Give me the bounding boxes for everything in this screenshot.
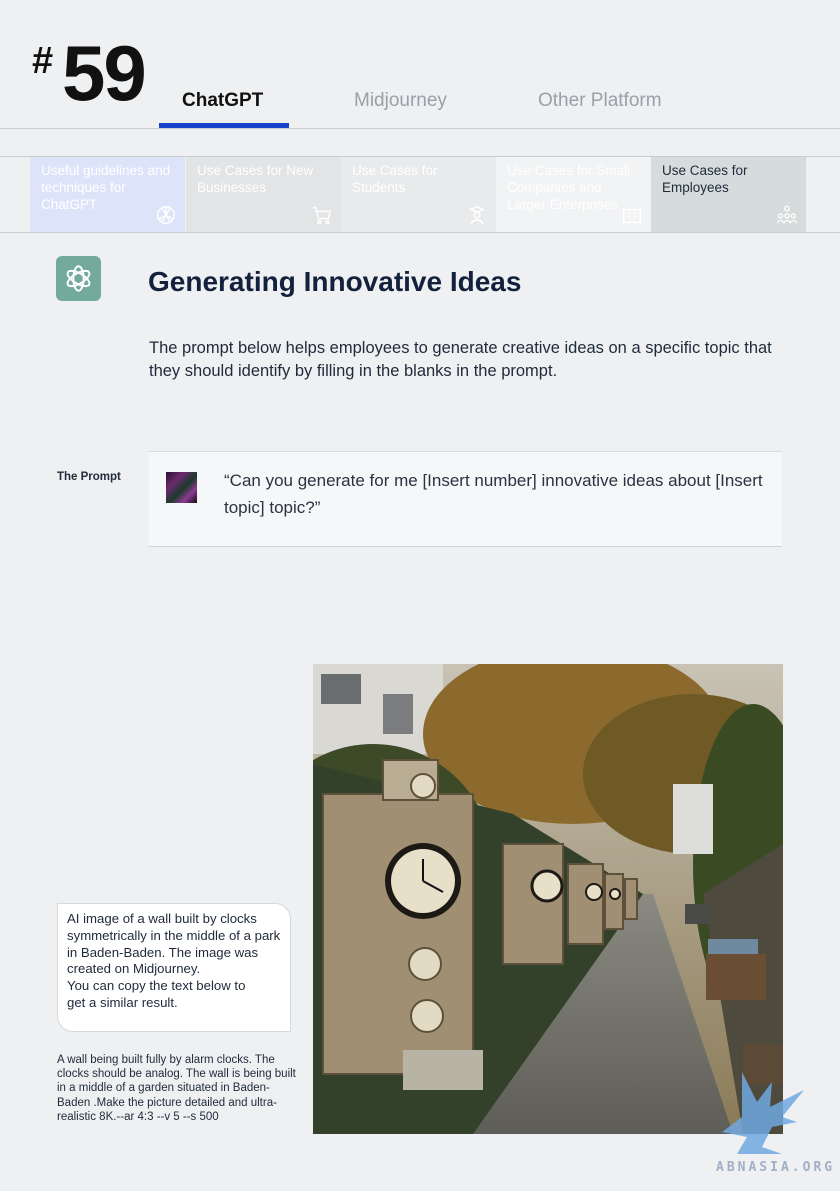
- subtab-new-businesses[interactable]: Use Cases for New Businesses: [186, 157, 341, 232]
- avatar: [166, 472, 197, 503]
- divider: [0, 128, 840, 129]
- student-icon: [468, 205, 486, 225]
- team-icon: [777, 205, 797, 224]
- prompt-text[interactable]: “Can you generate for me [Insert number]…: [224, 467, 772, 521]
- shopping-cart-icon: [312, 206, 332, 225]
- tab-other-platform[interactable]: Other Platform: [538, 90, 662, 112]
- midjourney-prompt-text[interactable]: A wall being built fully by alarm clocks…: [57, 1053, 302, 1124]
- subtab-label: Use Cases for New Businesses: [197, 163, 314, 195]
- subtab-guidelines[interactable]: Useful guidelines and techniques for Cha…: [30, 157, 185, 232]
- tab-midjourney[interactable]: Midjourney: [354, 90, 447, 112]
- chatgpt-logo-icon: [56, 256, 101, 301]
- section-description: The prompt below helps employees to gene…: [149, 339, 772, 380]
- building-icon: [623, 208, 641, 224]
- subtab-label: Useful guidelines and techniques for Cha…: [41, 163, 171, 212]
- subtab-companies[interactable]: Use Cases for Small Companies and Larger…: [496, 157, 651, 232]
- openai-logo-icon: [157, 206, 175, 224]
- subtab-label: Use Cases for Small Companies and Larger…: [507, 163, 631, 212]
- subtab-employees[interactable]: Use Cases for Employees: [651, 157, 806, 232]
- page-number: 59: [62, 29, 147, 117]
- prompt-label: The Prompt: [57, 471, 121, 483]
- watermark: ABNASIA.ORG: [716, 1160, 836, 1175]
- tab-chatgpt[interactable]: ChatGPT: [182, 90, 263, 112]
- number-hash: #: [32, 40, 54, 82]
- page-title: Generating Innovative Ideas: [148, 266, 522, 297]
- subtab-students[interactable]: Use Cases for Students: [341, 157, 496, 232]
- griffin-logo-icon: [722, 1072, 804, 1154]
- subtab-label: Use Cases for Students: [352, 163, 438, 195]
- subtab-label: Use Cases for Employees: [662, 163, 748, 195]
- divider: [0, 232, 840, 233]
- image-caption: AI image of a wall built by clocks symme…: [57, 903, 291, 1032]
